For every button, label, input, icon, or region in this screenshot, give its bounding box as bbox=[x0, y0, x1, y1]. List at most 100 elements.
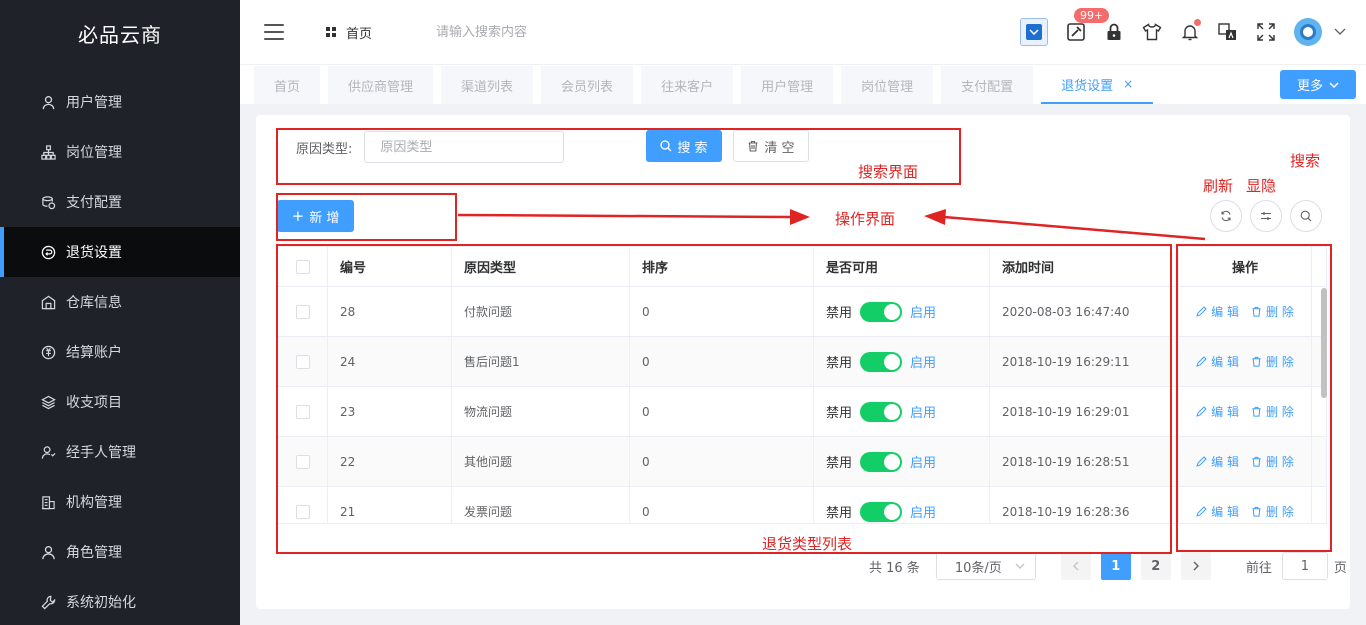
role-icon bbox=[40, 544, 56, 560]
page-button-2[interactable]: 2 bbox=[1140, 552, 1171, 580]
translate-icon[interactable] bbox=[1218, 22, 1238, 42]
tools-icon[interactable]: 99+ bbox=[1066, 8, 1110, 42]
more-label: 更多 bbox=[1296, 79, 1323, 94]
tab-channels[interactable]: 渠道列表 bbox=[441, 66, 534, 104]
tab-return-settings[interactable]: 退货设置 × bbox=[1041, 66, 1154, 104]
sidebar-item-payment[interactable]: 支付配置 bbox=[0, 177, 240, 227]
tab-users[interactable]: 用户管理 bbox=[741, 66, 834, 104]
annotation-list-box bbox=[276, 244, 1172, 554]
total-count: 共 16 条 bbox=[869, 560, 920, 576]
top-header: 首页 99+ bbox=[240, 0, 1366, 64]
return-icon bbox=[40, 244, 56, 260]
sidebar-item-label: 经手人管理 bbox=[66, 445, 136, 461]
chevron-right-icon bbox=[1193, 561, 1199, 571]
goto-suffix: 页 bbox=[1333, 560, 1347, 576]
tabs-bar: 首页 供应商管理 渠道列表 会员列表 往来客户 用户管理 岗位管理 支付配置 退… bbox=[240, 64, 1366, 104]
settlement-icon bbox=[40, 344, 56, 360]
sidebar-item-positions[interactable]: 岗位管理 bbox=[0, 127, 240, 177]
tab-home[interactable]: 首页 bbox=[254, 66, 321, 104]
warehouse-icon bbox=[40, 294, 56, 310]
sidebar-item-label: 退货设置 bbox=[66, 245, 122, 261]
header-actions: 99+ bbox=[1002, 0, 1346, 64]
annotation-search: 搜索 bbox=[1290, 152, 1321, 170]
sidebar-item-settlement[interactable]: 结算账户 bbox=[0, 327, 240, 377]
shirt-icon[interactable] bbox=[1142, 22, 1162, 42]
sidebar-item-warehouse[interactable]: 仓库信息 bbox=[0, 277, 240, 327]
prev-page-button[interactable] bbox=[1060, 552, 1091, 580]
annotation-ops-box bbox=[276, 193, 457, 241]
goto-prefix: 前往 bbox=[1245, 560, 1272, 576]
toggle-search-button[interactable] bbox=[1290, 200, 1322, 232]
chevron-down-icon bbox=[1329, 81, 1339, 88]
coins-icon bbox=[40, 194, 56, 210]
table-tools bbox=[1202, 200, 1322, 232]
sidebar-menu: 用户管理 岗位管理 支付配置 退货设置 仓库信息 结算账户 收支项目 经手人管理… bbox=[0, 77, 240, 625]
column-toggle-button[interactable] bbox=[1250, 200, 1282, 232]
handler-icon bbox=[40, 444, 56, 460]
annotation-list-area: 退货类型列表 bbox=[762, 535, 853, 553]
sidebar-item-label: 用户管理 bbox=[66, 95, 122, 111]
chevron-left-icon bbox=[1072, 561, 1079, 571]
sidebar-item-label: 收支项目 bbox=[66, 395, 122, 411]
tab-payment[interactable]: 支付配置 bbox=[941, 66, 1034, 104]
wrench-icon bbox=[40, 594, 56, 610]
bell-dot bbox=[1194, 19, 1201, 26]
grid-icon bbox=[326, 27, 336, 37]
sidebar-item-label: 系统初始化 bbox=[66, 595, 136, 611]
tab-suppliers[interactable]: 供应商管理 bbox=[328, 66, 434, 104]
annotation-refresh: 刷新 bbox=[1203, 177, 1234, 195]
layers-icon bbox=[40, 394, 56, 410]
tab-customers[interactable]: 往来客户 bbox=[641, 66, 734, 104]
pagination: 共 16 条 10条/页 1 2 前往 1 页 bbox=[869, 552, 1347, 580]
sidebar-item-roles[interactable]: 角色管理 bbox=[0, 527, 240, 577]
bell-icon[interactable] bbox=[1180, 19, 1201, 42]
lock-icon[interactable] bbox=[1104, 22, 1124, 42]
brand-title: 必品云商 bbox=[78, 22, 162, 47]
sidebar-item-label: 角色管理 bbox=[66, 545, 122, 561]
sidebar-item-label: 机构管理 bbox=[66, 495, 122, 511]
sidebar-item-system-init[interactable]: 系统初始化 bbox=[0, 577, 240, 625]
goto-page: 前往 1 页 bbox=[1246, 552, 1347, 580]
annotation-ops-column-box bbox=[1176, 244, 1332, 552]
next-page-button[interactable] bbox=[1180, 552, 1211, 580]
annotation-search-area: 搜索界面 bbox=[858, 163, 919, 181]
chevron-down-icon[interactable] bbox=[1334, 25, 1346, 40]
breadcrumb-home: 首页 bbox=[346, 26, 373, 42]
sidebar: 必品云商 用户管理 岗位管理 支付配置 退货设置 仓库信息 结算账户 收支项目 bbox=[0, 0, 240, 625]
refresh-icon bbox=[1221, 210, 1231, 222]
sidebar-item-label: 仓库信息 bbox=[66, 295, 122, 311]
refresh-button[interactable] bbox=[1210, 200, 1242, 232]
breadcrumb[interactable]: 首页 bbox=[326, 23, 372, 42]
sidebar-item-return-settings[interactable]: 退货设置 bbox=[0, 227, 240, 277]
annotation-ops-area: 操作界面 bbox=[835, 210, 896, 228]
building-icon bbox=[40, 494, 56, 510]
close-icon[interactable]: × bbox=[1123, 77, 1133, 91]
more-tabs-button[interactable]: 更多 bbox=[1280, 70, 1356, 99]
chevron-down-icon bbox=[1015, 563, 1025, 569]
annotation-toggle: 显隐 bbox=[1246, 177, 1277, 195]
sidebar-item-label: 支付配置 bbox=[66, 195, 122, 211]
search-icon bbox=[1300, 210, 1312, 222]
tab-positions[interactable]: 岗位管理 bbox=[841, 66, 934, 104]
page-size-value: 10条/页 bbox=[954, 560, 1002, 576]
page-button-1[interactable]: 1 bbox=[1100, 552, 1131, 580]
fullscreen-icon[interactable] bbox=[1256, 22, 1276, 42]
avatar[interactable] bbox=[1294, 18, 1322, 46]
tab-label: 退货设置 bbox=[1061, 78, 1114, 94]
sliders-icon bbox=[1261, 212, 1271, 220]
menu-toggle-icon[interactable] bbox=[264, 24, 284, 40]
sidebar-item-organizations[interactable]: 机构管理 bbox=[0, 477, 240, 527]
sidebar-item-label: 岗位管理 bbox=[66, 145, 122, 161]
tab-members[interactable]: 会员列表 bbox=[541, 66, 634, 104]
sidebar-item-income-expense[interactable]: 收支项目 bbox=[0, 377, 240, 427]
page-size-select[interactable]: 10条/页 bbox=[935, 552, 1036, 580]
notification-count-badge: 99+ bbox=[1074, 8, 1110, 23]
header-search-input[interactable] bbox=[436, 24, 637, 40]
sidebar-item-handlers[interactable]: 经手人管理 bbox=[0, 427, 240, 477]
org-tree-icon bbox=[40, 144, 56, 160]
user-icon bbox=[40, 94, 56, 110]
sidebar-item-label: 结算账户 bbox=[66, 345, 122, 361]
theme-select-icon[interactable] bbox=[1020, 18, 1048, 46]
goto-page-input[interactable]: 1 bbox=[1281, 552, 1328, 580]
sidebar-item-users[interactable]: 用户管理 bbox=[0, 77, 240, 127]
